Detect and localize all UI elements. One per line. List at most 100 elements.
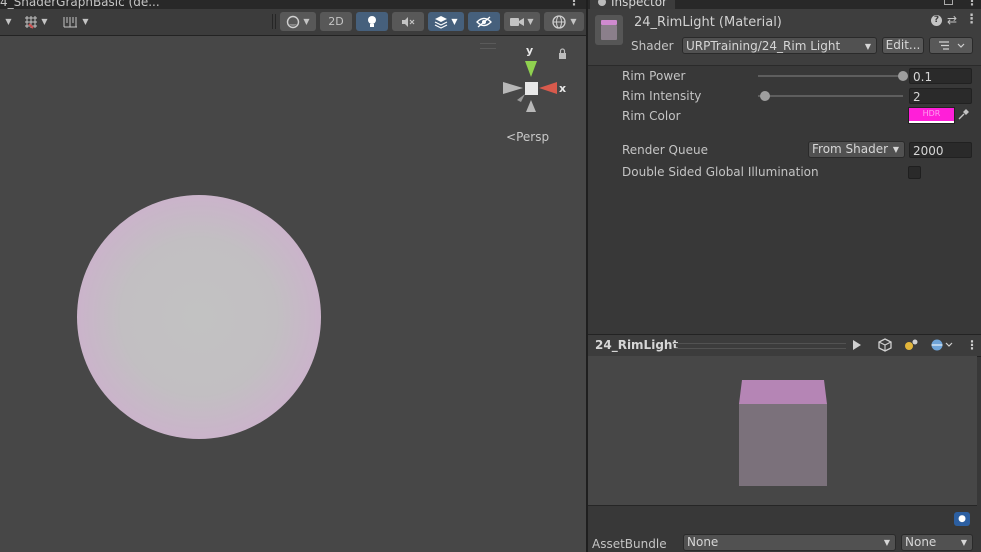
inspector-panel: Inspector ⋮ 24_RimLight (Material) ? ⇄ ⋮… xyxy=(588,0,981,552)
shader-label: Shader xyxy=(631,39,674,53)
rim-light-sphere[interactable] xyxy=(77,195,321,439)
double-sided-gi-checkbox[interactable] xyxy=(908,166,921,179)
hdr-badge: HDR xyxy=(922,109,941,118)
list-icon xyxy=(939,41,965,50)
x-axis-cone[interactable] xyxy=(539,82,557,94)
orientation-gizmo[interactable]: y x xyxy=(495,44,575,119)
double-sided-gi-label: Double Sided Global Illumination xyxy=(622,165,819,179)
rim-color-label: Rim Color xyxy=(622,109,681,123)
more-icon[interactable]: ⋮ xyxy=(966,337,978,353)
scene-visibility-button[interactable] xyxy=(468,12,500,31)
shader-dropdown-value: URPTraining/24_Rim Light xyxy=(686,39,841,53)
asset-bundle-name-dropdown[interactable]: None ▼ xyxy=(683,534,896,551)
speaker-muted-icon xyxy=(402,16,415,27)
scene-toolbar: ▼ ▼ ▼ ▼ 2D ▼ ▼ ▼ xyxy=(0,9,586,36)
rim-intensity-slider[interactable] xyxy=(758,95,903,97)
scene-tab-title[interactable]: 4_ShaderGraphBasic (de... xyxy=(0,0,160,9)
light-preview-icon[interactable] xyxy=(904,337,918,353)
preview-header[interactable]: 24_RimLight ⋮ xyxy=(588,334,981,357)
lightbulb-icon xyxy=(368,15,376,27)
z-axis-cone[interactable] xyxy=(517,94,525,102)
rim-intensity-field[interactable]: 2 xyxy=(909,88,972,104)
preview-title: 24_RimLight xyxy=(595,338,679,352)
toggle-2d-button[interactable]: 2D xyxy=(320,12,352,31)
material-preview[interactable] xyxy=(588,356,977,506)
more-icon[interactable]: ⋮ xyxy=(568,0,580,8)
grid-snap-button[interactable]: ▼ xyxy=(18,12,54,31)
chevron-down-icon: ▼ xyxy=(570,17,577,26)
camera-settings-button[interactable]: ▼ xyxy=(504,12,540,31)
projection-label: Persp xyxy=(516,130,550,144)
eye-hidden-icon xyxy=(476,16,492,27)
y-axis-cone[interactable] xyxy=(525,61,537,77)
gizmo-x-label: x xyxy=(559,82,566,95)
scene-view[interactable]: 4_ShaderGraphBasic (de... ⋮ ▼ ▼ ▼ ▼ 2D ▼… xyxy=(0,0,586,552)
chevron-down-icon: ▼ xyxy=(82,17,89,26)
layers-icon xyxy=(435,15,448,29)
audio-toggle-button[interactable] xyxy=(392,12,424,31)
chevron-down-icon: ▼ xyxy=(864,42,871,51)
rim-intensity-slider-knob[interactable] xyxy=(760,91,771,101)
maximize-icon[interactable] xyxy=(944,0,953,5)
neg-x-axis-cone[interactable] xyxy=(503,82,523,94)
asset-bundle-variant-value: None xyxy=(905,535,937,549)
sphere-preview-icon[interactable] xyxy=(930,337,954,353)
neg-y-axis-cone[interactable] xyxy=(526,100,536,112)
overlay-grip[interactable] xyxy=(480,43,496,49)
play-icon[interactable] xyxy=(852,337,862,353)
edit-shader-button[interactable]: Edit... xyxy=(882,37,924,54)
material-header: 24_RimLight (Material) ? ⇄ ⋮ Shader URPT… xyxy=(588,9,981,66)
eyedropper-icon[interactable] xyxy=(958,109,969,123)
shading-sphere-icon xyxy=(287,15,300,28)
render-queue-field[interactable]: 2000 xyxy=(909,142,972,158)
camera-icon xyxy=(510,17,525,26)
chevron-down-icon: ▼ xyxy=(41,17,48,26)
effects-toggle-button[interactable]: ▼ xyxy=(428,12,464,31)
inspector-tab-bar: Inspector ⋮ xyxy=(588,0,981,9)
preset-icon[interactable]: ⇄ xyxy=(947,13,957,27)
render-queue-dropdown[interactable]: From Shader ▼ xyxy=(808,141,905,158)
lighting-toggle-button[interactable] xyxy=(356,12,388,31)
tab-inspector[interactable]: Inspector xyxy=(590,0,675,9)
more-icon[interactable]: ⋮ xyxy=(966,0,978,8)
more-icon[interactable]: ⋮ xyxy=(965,12,978,27)
projection-toggle[interactable]: <Persp xyxy=(506,130,549,144)
asset-bundle-label: AssetBundle xyxy=(592,537,667,551)
ruler-icon xyxy=(63,16,78,27)
material-options-button[interactable] xyxy=(929,37,973,54)
chevron-down-icon[interactable]: ▼ xyxy=(2,12,12,31)
rim-color-swatch[interactable]: HDR xyxy=(908,107,955,124)
toolbar-divider xyxy=(275,14,276,29)
asset-bundle-variant-dropdown[interactable]: None ▼ xyxy=(901,534,973,551)
gizmo-globe-icon xyxy=(552,14,567,29)
increment-snap-button[interactable]: ▼ xyxy=(58,12,94,31)
preview-drag-handle[interactable] xyxy=(674,343,846,349)
chevron-down-icon: ▼ xyxy=(527,17,534,26)
chevron-down-icon: ▼ xyxy=(451,17,458,26)
rim-power-label: Rim Power xyxy=(622,69,686,83)
asset-bundle-name-value: None xyxy=(687,535,719,549)
tag-icon[interactable]: ● xyxy=(954,512,970,526)
rim-power-field[interactable]: 0.1 xyxy=(909,68,972,84)
cube-mesh-icon[interactable] xyxy=(878,337,892,353)
gizmos-button[interactable]: ▼ xyxy=(544,12,584,31)
toolbar-divider xyxy=(272,14,273,29)
chevron-down-icon: ▼ xyxy=(892,145,899,154)
rim-power-slider[interactable] xyxy=(758,75,903,77)
help-icon[interactable]: ? xyxy=(931,15,942,26)
perspective-icon: < xyxy=(506,130,517,144)
center-cube[interactable] xyxy=(525,82,538,95)
gizmo-y-label: y xyxy=(526,44,533,57)
chevron-down-icon: ▼ xyxy=(883,538,890,547)
lock-icon[interactable] xyxy=(559,48,566,59)
draw-mode-button[interactable]: ▼ xyxy=(280,12,316,31)
chevron-down-icon: ▼ xyxy=(303,17,310,26)
scene-viewport[interactable]: y x <Persp xyxy=(0,36,586,552)
shader-dropdown[interactable]: URPTraining/24_Rim Light ▼ xyxy=(682,37,877,54)
scene-tab-bar: 4_ShaderGraphBasic (de... ⋮ xyxy=(0,0,586,9)
rim-intensity-label: Rim Intensity xyxy=(622,89,702,103)
material-icon xyxy=(595,15,623,45)
material-title: 24_RimLight (Material) xyxy=(634,15,782,30)
render-queue-dropdown-value: From Shader xyxy=(812,142,889,156)
rim-power-slider-knob[interactable] xyxy=(898,71,908,81)
